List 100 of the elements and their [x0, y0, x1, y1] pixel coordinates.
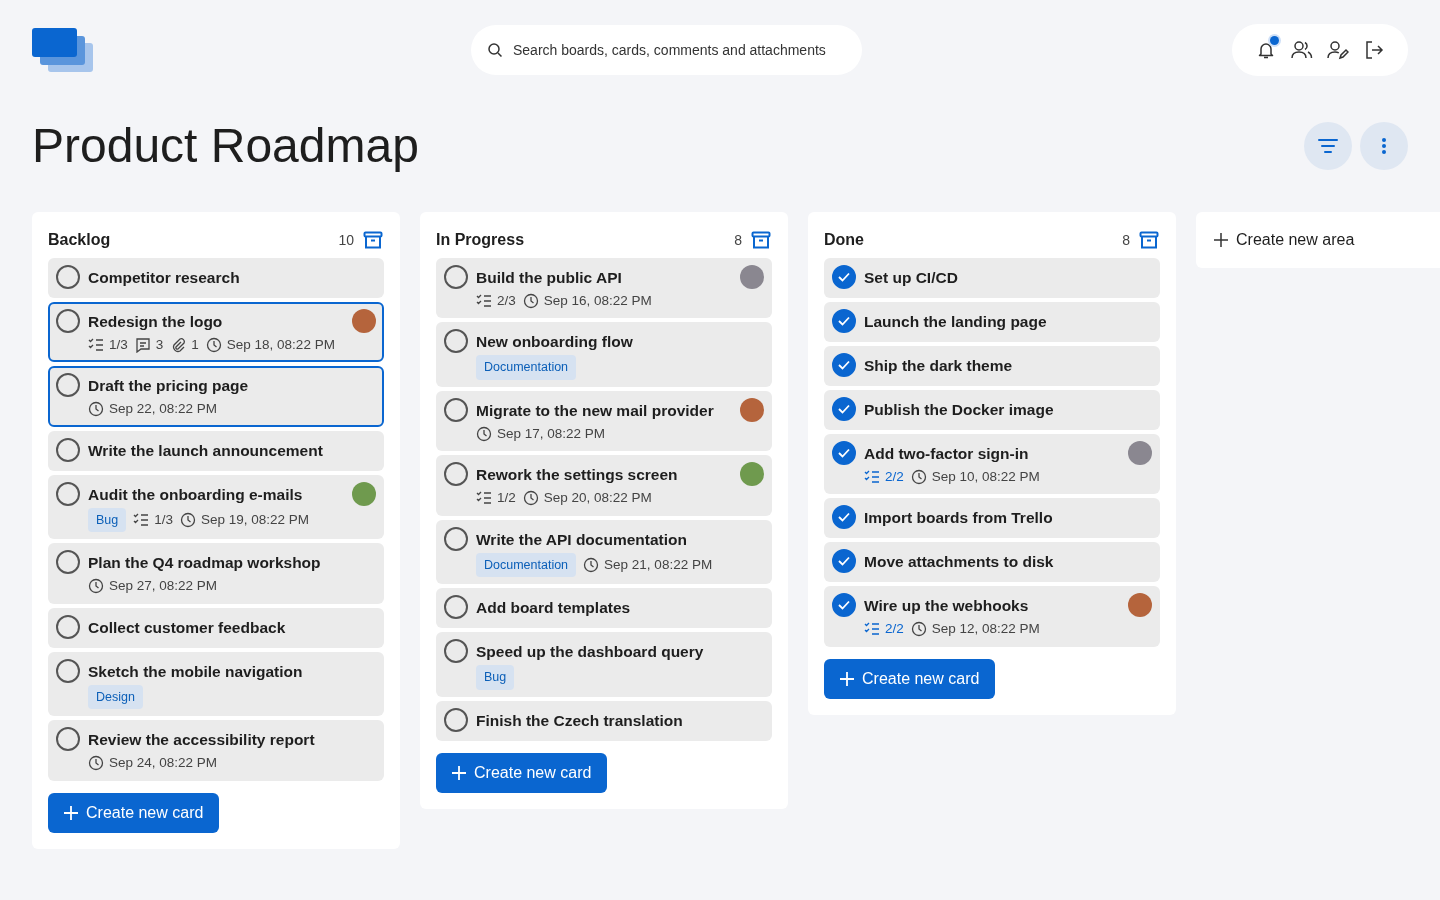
clock-icon	[88, 401, 104, 418]
create-card-button[interactable]: Create new card	[48, 792, 220, 833]
label-tag: Bug	[88, 507, 127, 533]
task-card[interactable]: Rework the settings screen 1/2 Sep 20, 08:22 PM	[436, 455, 772, 516]
label-tag: Documentation	[476, 552, 577, 578]
create-card-button[interactable]: Create new card	[436, 753, 608, 793]
due-date: Sep 12, 08:22 PM	[931, 620, 1040, 639]
card-title: Wire up the webhooks	[864, 596, 1030, 617]
checkbox[interactable]	[444, 265, 468, 289]
task-card[interactable]: Move attachments to disk	[824, 542, 1160, 583]
checkbox[interactable]	[832, 397, 856, 421]
card-title: Migrate to the new mail provider	[476, 401, 715, 421]
checkbox[interactable]	[56, 727, 80, 752]
task-card[interactable]: Launch the landing page	[824, 302, 1160, 342]
task-card[interactable]: Finish the Czech translation	[436, 701, 772, 741]
check-icon	[838, 404, 850, 414]
card-title: Write the API documentation	[476, 529, 688, 550]
checkbox[interactable]	[832, 309, 856, 333]
checkbox[interactable]	[444, 595, 468, 620]
search-field[interactable]: Search boards, cards, comments and attachments	[471, 25, 862, 75]
task-card[interactable]: Migrate to the new mail provider Sep 17, 08:22 PM	[436, 391, 772, 452]
plus-icon	[452, 766, 466, 780]
task-card[interactable]: Speed up the dashboard query Bug	[436, 632, 772, 697]
filter-button[interactable]	[1304, 122, 1352, 170]
checkbox[interactable]	[832, 441, 856, 465]
task-card[interactable]: Set up CI/CD	[824, 258, 1160, 298]
comment-icon	[134, 337, 151, 354]
task-card[interactable]: Write the API documentation Documentation Sep 21, 08:22 PM	[436, 519, 772, 585]
users-icon	[1291, 40, 1313, 60]
checkbox[interactable]	[832, 593, 856, 618]
checklist-count: 1/3	[154, 510, 174, 529]
search-input[interactable]: Search boards, cards, comments and attachments	[511, 38, 846, 62]
column-title: Backlog	[48, 230, 111, 250]
checkbox[interactable]	[56, 658, 80, 683]
task-card[interactable]: Sketch the mobile navigation Design	[48, 651, 384, 717]
checkbox[interactable]	[832, 505, 856, 530]
card-title: Launch the landing page	[864, 312, 1048, 332]
task-card[interactable]: Publish the Docker image	[824, 390, 1160, 430]
create-card-button[interactable]: Create new card	[824, 658, 996, 699]
checkbox[interactable]	[56, 309, 80, 333]
task-card[interactable]: Review the accessibility report Sep 24, 08:22 PM	[48, 720, 384, 781]
task-card[interactable]: Competitor research	[48, 258, 384, 298]
checkbox[interactable]	[832, 353, 856, 377]
check-icon	[838, 360, 850, 370]
task-card[interactable]: Build the public API 2/3 Sep 16, 08:22 PM	[436, 258, 772, 319]
board-title: Product Roadmap	[32, 122, 419, 170]
card-title: New onboarding flow	[476, 332, 634, 353]
clock-icon	[910, 469, 927, 486]
checkbox[interactable]	[56, 614, 80, 639]
card-title: Draft the pricing page	[88, 376, 250, 397]
archive-button[interactable]	[362, 229, 384, 251]
task-card[interactable]: Ship the dark theme	[824, 346, 1160, 386]
checkbox[interactable]	[56, 550, 80, 575]
edit-profile-button[interactable]	[1327, 39, 1349, 61]
task-card[interactable]: Add board templates	[436, 588, 772, 629]
checkbox[interactable]	[832, 549, 856, 574]
logout-button[interactable]	[1363, 39, 1385, 61]
card-title: Review the accessibility report	[88, 730, 316, 751]
plus-icon	[64, 805, 78, 820]
task-card[interactable]: Audit the onboarding e-mails Bug 1/3 Sep 19, 08:22 PM	[48, 474, 384, 540]
task-card[interactable]: Plan the Q4 roadmap workshop Sep 27, 08:22 PM	[48, 543, 384, 604]
checkbox[interactable]	[444, 462, 468, 487]
card-title: Set up CI/CD	[864, 268, 959, 288]
card-title: Move attachments to disk	[864, 552, 1055, 573]
more-icon	[1381, 137, 1387, 155]
task-card[interactable]: Draft the pricing page Sep 22, 08:22 PM	[48, 366, 384, 427]
task-card[interactable]: Write the launch announcement	[48, 430, 384, 471]
checkbox[interactable]	[56, 373, 80, 398]
archive-button[interactable]	[750, 229, 772, 251]
users-button[interactable]	[1291, 39, 1313, 61]
task-card[interactable]: Import boards from Trello	[824, 498, 1160, 539]
task-card[interactable]: Wire up the webhooks 2/2 Sep 12, 08:22 PM	[824, 586, 1160, 647]
card-title: Add board templates	[476, 598, 632, 619]
archive-button[interactable]	[1138, 229, 1160, 251]
checkbox[interactable]	[444, 639, 468, 664]
checkbox[interactable]	[444, 398, 468, 422]
checklist-count: 2/3	[497, 292, 516, 310]
checkbox[interactable]	[56, 437, 80, 462]
task-card[interactable]: Redesign the logo 1/3 3 1 Sep 18, 08:22 PM	[48, 302, 384, 363]
card-title: Write the launch announcement	[88, 440, 324, 461]
task-card[interactable]: Collect customer feedback	[48, 607, 384, 648]
clock-icon	[88, 755, 104, 772]
checkbox[interactable]	[56, 265, 80, 289]
label-tag: Design	[88, 684, 143, 710]
checklist-count: 2/2	[885, 620, 904, 639]
task-card[interactable]: New onboarding flow Documentation	[436, 322, 772, 387]
checkbox[interactable]	[444, 329, 468, 354]
create-area-button[interactable]: Create new area	[1196, 212, 1440, 268]
checkbox[interactable]	[444, 708, 468, 732]
checkbox[interactable]	[832, 265, 856, 289]
search-icon	[487, 42, 503, 58]
clock-icon	[476, 426, 492, 443]
attachment-count: 1	[191, 336, 199, 354]
checkbox[interactable]	[56, 481, 80, 506]
check-icon	[838, 448, 850, 458]
checklist-count: 1/3	[109, 336, 128, 354]
checkbox[interactable]	[444, 526, 468, 551]
clock-icon	[522, 490, 539, 507]
task-card[interactable]: Add two-factor sign-in 2/2 Sep 10, 08:22 PM	[824, 434, 1160, 495]
clock-icon	[205, 337, 222, 354]
